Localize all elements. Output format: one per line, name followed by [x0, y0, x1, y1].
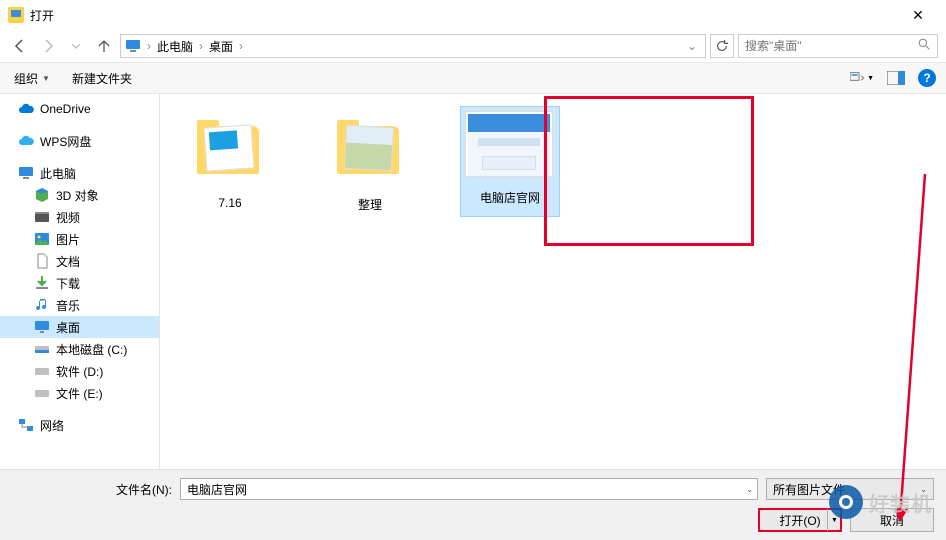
image-thumbnail	[465, 111, 557, 183]
pictures-icon	[34, 231, 50, 247]
search-box[interactable]	[738, 34, 938, 58]
refresh-button[interactable]	[710, 34, 734, 58]
file-item-folder[interactable]: 7.16	[180, 106, 280, 217]
chevron-icon[interactable]: ›	[145, 39, 153, 53]
sidebar-item-onedrive[interactable]: OneDrive	[0, 98, 159, 120]
search-icon[interactable]	[918, 38, 931, 54]
app-icon	[8, 7, 24, 23]
sidebar-item-drive-e[interactable]: 文件 (E:)	[0, 382, 159, 404]
sidebar-item-wps[interactable]: WPS网盘	[0, 130, 159, 152]
pc-icon	[125, 38, 141, 54]
address-dropdown[interactable]: ⌄	[683, 39, 701, 53]
drive-icon	[34, 341, 50, 357]
filetype-filter[interactable]: 所有图片文件 ⌄	[766, 478, 934, 500]
chevron-down-icon: ▼	[42, 74, 50, 83]
breadcrumb-seg-1[interactable]: 桌面	[205, 38, 237, 55]
drive-icon	[34, 363, 50, 379]
chevron-down-icon[interactable]: ⌄	[920, 485, 927, 494]
folder-icon	[324, 118, 416, 190]
sidebar-item-thispc[interactable]: 此电脑	[0, 162, 159, 184]
breadcrumb-seg-0[interactable]: 此电脑	[153, 38, 197, 55]
preview-pane-button[interactable]	[884, 68, 908, 88]
filter-label: 所有图片文件	[773, 481, 845, 498]
cloud-icon	[18, 101, 34, 117]
open-button[interactable]: 打开(O) ▼	[758, 508, 842, 532]
back-button[interactable]	[8, 34, 32, 58]
open-button-label: 打开(O)	[779, 512, 820, 529]
sidebar: OneDrive WPS网盘 此电脑 3D 对象 视频 图片 文档	[0, 94, 160, 469]
folder-icon	[184, 118, 276, 190]
drive-icon	[34, 385, 50, 401]
sidebar-item-drive-d[interactable]: 软件 (D:)	[0, 360, 159, 382]
sidebar-item-drive-c[interactable]: 本地磁盘 (C:)	[0, 338, 159, 360]
chevron-down-icon[interactable]: ⌄	[746, 485, 753, 494]
music-icon	[34, 297, 50, 313]
titlebar: 打开 ✕	[0, 0, 946, 30]
search-input[interactable]	[745, 39, 918, 53]
cancel-button-label: 取消	[880, 512, 904, 529]
content-pane[interactable]: 7.16 整理 电脑店官网	[160, 94, 946, 469]
downloads-icon	[34, 275, 50, 291]
forward-button[interactable]	[36, 34, 60, 58]
filename-input[interactable]: 电脑店官网 ⌄	[180, 478, 758, 500]
footer: 文件名(N): 电脑店官网 ⌄ 所有图片文件 ⌄ 打开(O) ▼ 取消	[0, 469, 946, 540]
video-icon	[34, 209, 50, 225]
network-icon	[18, 417, 34, 433]
close-button[interactable]: ✕	[898, 0, 938, 30]
address-bar[interactable]: › 此电脑 › 桌面 › ⌄	[120, 34, 706, 58]
new-folder-button[interactable]: 新建文件夹	[68, 68, 136, 89]
chevron-icon[interactable]: ›	[237, 39, 245, 53]
file-item-image-selected[interactable]: 电脑店官网	[460, 106, 560, 217]
chevron-down-icon: ▼	[867, 75, 874, 82]
sidebar-item-network[interactable]: 网络	[0, 414, 159, 436]
cube-icon	[34, 187, 50, 203]
sidebar-item-desktop[interactable]: 桌面	[0, 316, 159, 338]
sidebar-item-3d[interactable]: 3D 对象	[0, 184, 159, 206]
file-item-folder[interactable]: 整理	[320, 106, 420, 217]
filename-label: 文件名(N):	[12, 481, 172, 498]
file-name: 7.16	[184, 196, 276, 210]
open-split-dropdown[interactable]: ▼	[827, 509, 841, 531]
toolbar: 组织 ▼ 新建文件夹 ▼ ?	[0, 62, 946, 94]
help-button[interactable]: ?	[918, 69, 936, 87]
cancel-button[interactable]: 取消	[850, 508, 934, 532]
organize-label: 组织	[14, 70, 38, 87]
view-button[interactable]: ▼	[850, 68, 874, 88]
sidebar-item-video[interactable]: 视频	[0, 206, 159, 228]
main-area: OneDrive WPS网盘 此电脑 3D 对象 视频 图片 文档	[0, 94, 946, 469]
sidebar-item-music[interactable]: 音乐	[0, 294, 159, 316]
sidebar-item-pictures[interactable]: 图片	[0, 228, 159, 250]
documents-icon	[34, 253, 50, 269]
desktop-icon	[34, 319, 50, 335]
organize-button[interactable]: 组织 ▼	[10, 68, 54, 89]
recent-dropdown[interactable]	[64, 34, 88, 58]
new-folder-label: 新建文件夹	[72, 70, 132, 87]
filename-value: 电脑店官网	[187, 481, 247, 498]
sidebar-item-downloads[interactable]: 下载	[0, 272, 159, 294]
window-title: 打开	[30, 7, 898, 24]
file-name: 整理	[324, 196, 416, 213]
cloud-icon	[18, 133, 34, 149]
sidebar-item-documents[interactable]: 文档	[0, 250, 159, 272]
nav-row: › 此电脑 › 桌面 › ⌄	[0, 30, 946, 62]
up-button[interactable]	[92, 34, 116, 58]
pc-icon	[18, 165, 34, 181]
file-name: 电脑店官网	[465, 189, 555, 206]
chevron-icon[interactable]: ›	[197, 39, 205, 53]
